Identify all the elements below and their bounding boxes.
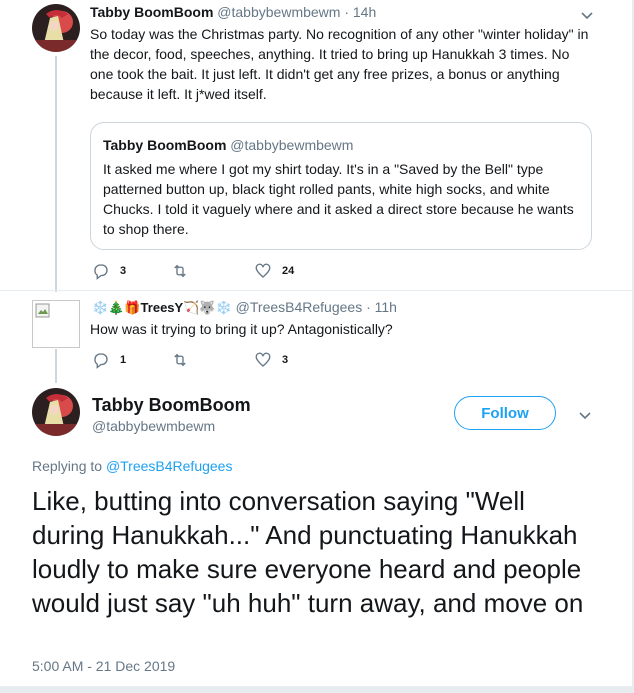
main-author-name[interactable]: Tabby BoomBoom: [92, 395, 251, 416]
avatar[interactable]: [32, 300, 80, 348]
reply-count: 3: [120, 265, 127, 277]
tweet-time[interactable]: · 14h: [344, 4, 376, 20]
like-count: 3: [282, 354, 289, 366]
retweet-button[interactable]: [170, 262, 254, 280]
replying-to-link[interactable]: @TreesB4Refugees: [106, 458, 233, 474]
quoted-tweet[interactable]: Tabby BoomBoom @tabbybewmbewm It asked m…: [90, 122, 592, 250]
chevron-down-icon[interactable]: [580, 8, 594, 22]
thread-line: [55, 349, 57, 383]
heart-icon: [255, 352, 271, 367]
bottom-border: [0, 686, 634, 693]
tweet-time[interactable]: · 11h: [366, 299, 397, 315]
quoted-text: It asked me where I got my shirt today. …: [103, 161, 574, 237]
author-handle[interactable]: @tabbybewmbewm: [217, 4, 340, 20]
like-button[interactable]: 24: [254, 262, 294, 280]
author-name[interactable]: ❄️🎄🎁TreesY🏹🐺❄️: [92, 300, 232, 315]
quoted-author-name: Tabby BoomBoom: [103, 137, 227, 153]
retweet-icon: [174, 264, 186, 278]
author-name[interactable]: Tabby BoomBoom: [90, 4, 213, 20]
tweet-actions: 1 3: [92, 351, 288, 369]
replying-prefix: Replying to: [32, 458, 103, 474]
tweet-1[interactable]: Tabby BoomBoom @tabbybewmbewm · 14h So t…: [0, 0, 634, 292]
tweet-text: How was it trying to bring it up? Antago…: [90, 321, 393, 337]
chevron-down-icon[interactable]: [578, 408, 592, 422]
reply-count: 1: [120, 354, 127, 366]
reply-button[interactable]: 3: [92, 262, 170, 280]
reply-icon: [94, 264, 108, 280]
reply-icon: [94, 353, 108, 369]
retweet-icon: [174, 353, 186, 367]
main-tweet-text: Like, butting into conversation saying "…: [32, 486, 584, 618]
heart-icon: [255, 263, 271, 278]
reply-button[interactable]: 1: [92, 351, 170, 369]
quoted-author-handle: @tabbybewmbewm: [230, 137, 354, 153]
timestamp[interactable]: 5:00 AM - 21 Dec 2019: [32, 658, 175, 674]
replying-to: Replying to @TreesB4Refugees: [32, 458, 232, 474]
like-count: 24: [282, 265, 295, 277]
thread-line: [55, 56, 57, 292]
author-handle[interactable]: @TreesB4Refugees: [236, 299, 363, 315]
tweet-text: So today was the Christmas party. No rec…: [90, 26, 589, 102]
avatar[interactable]: [32, 4, 80, 52]
like-button[interactable]: 3: [254, 351, 288, 369]
retweet-button[interactable]: [170, 351, 254, 369]
main-author-handle[interactable]: @tabbybewmbewm: [92, 418, 215, 434]
tweet-actions: 3 24: [92, 262, 294, 280]
broken-image-icon: [35, 303, 50, 318]
avatar[interactable]: [32, 388, 80, 436]
follow-button[interactable]: Follow: [454, 396, 556, 430]
tweet-2[interactable]: ❄️🎄🎁TreesY🏹🐺❄️ @TreesB4Refugees · 11h Ho…: [0, 291, 634, 383]
